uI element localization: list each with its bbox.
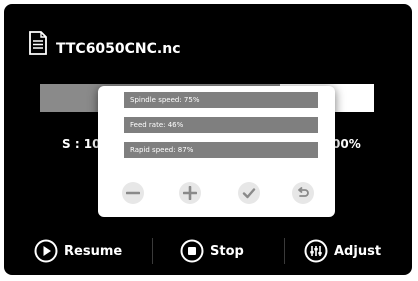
feed-rate-slider[interactable]: Feed rate: 46% (124, 117, 318, 133)
check-icon (242, 188, 256, 199)
toolbar-divider (152, 238, 153, 264)
adjust-label: Adjust (334, 243, 382, 259)
play-icon (34, 239, 58, 263)
file-name: TTC6050CNC.nc (56, 41, 181, 57)
spindle-status-text: S : 10 (62, 137, 101, 151)
percent-status-text: 00% (332, 137, 361, 151)
increase-button[interactable] (179, 182, 201, 204)
adjust-dialog: Spindle speed: 75% Feed rate: 46% Rapid … (98, 86, 335, 217)
document-icon (29, 31, 47, 55)
adjust-button[interactable]: Adjust (304, 232, 381, 270)
undo-icon (298, 187, 309, 197)
stop-button[interactable]: Stop (180, 232, 244, 270)
plus-icon (183, 186, 197, 200)
stop-icon (180, 239, 204, 263)
rapid-speed-slider[interactable]: Rapid speed: 87% (124, 142, 318, 158)
stop-label: Stop (210, 243, 244, 259)
decrease-button[interactable] (122, 182, 144, 204)
machine-screen: TTC6050CNC.nc S : 10 00% Resume Stop Adj… (4, 4, 412, 275)
spindle-speed-slider[interactable]: Spindle speed: 75% (124, 92, 318, 108)
resume-label: Resume (64, 243, 123, 259)
confirm-button[interactable] (238, 182, 260, 204)
minus-icon (126, 191, 140, 195)
sliders-icon (304, 239, 328, 263)
toolbar-divider (284, 238, 285, 264)
back-button[interactable] (292, 182, 314, 204)
bottom-toolbar: Resume Stop Adjust (4, 232, 412, 270)
resume-button[interactable]: Resume (34, 232, 122, 270)
